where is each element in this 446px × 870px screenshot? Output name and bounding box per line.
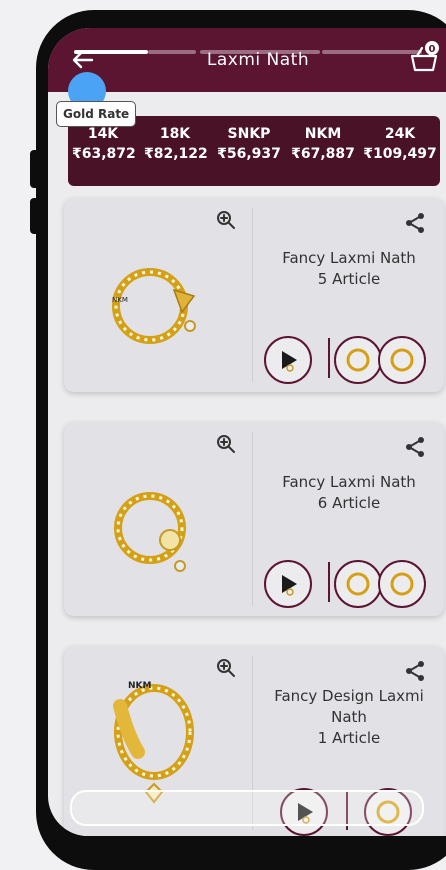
- zoom-in-icon[interactable]: [216, 658, 236, 678]
- ring-thumbnail-icon: [390, 348, 414, 372]
- video-button[interactable]: [264, 560, 312, 608]
- thumbnail-button[interactable]: [378, 560, 426, 608]
- rate-value: ₹56,937: [217, 146, 281, 162]
- thumbnail-button[interactable]: [334, 336, 382, 384]
- thumbnail-button[interactable]: [378, 336, 426, 384]
- image-mark: NKM: [112, 296, 128, 304]
- product-name: Fancy Design Laxmi Nath 1 Article: [264, 686, 434, 749]
- ring-thumbnail-icon: [390, 572, 414, 596]
- rate-name: 14K: [87, 126, 119, 142]
- product-name: Fancy Laxmi Nath 6 Article: [264, 472, 434, 514]
- rate-24k: 24K ₹109,497: [362, 126, 438, 162]
- zoom-in-icon[interactable]: [216, 434, 236, 454]
- gold-rate-label[interactable]: Gold Rate: [56, 101, 137, 127]
- button-separator: [328, 562, 330, 602]
- button-separator: [328, 338, 330, 378]
- rate-snkp: SNKP ₹56,937: [216, 126, 282, 162]
- card-divider: [252, 208, 253, 382]
- rate-18k: 18K ₹82,122: [144, 126, 208, 162]
- rate-nkm: NKM ₹67,887: [290, 126, 356, 162]
- product-title: Fancy Laxmi Nath: [282, 473, 416, 491]
- nose-ring-image: NKM: [112, 268, 196, 344]
- ring-thumbnail-icon: [346, 348, 370, 372]
- cart-count: 0: [429, 44, 436, 55]
- rate-value: ₹63,872: [72, 146, 136, 162]
- rate-name: SNKP: [227, 126, 271, 142]
- thumbnail-button[interactable]: [334, 560, 382, 608]
- zoom-in-icon[interactable]: [216, 210, 236, 230]
- rate-value: ₹82,122: [144, 146, 208, 162]
- rate-name: 24K: [384, 126, 416, 142]
- app-bar: Laxmi Nath 0: [48, 28, 446, 92]
- image-mark: NKM: [128, 681, 152, 691]
- ring-thumbnail-icon: [346, 572, 370, 596]
- article-count: 5 Article: [317, 270, 381, 288]
- product-card[interactable]: NKM Fancy Laxmi Nath 5 Article: [64, 198, 444, 392]
- app-screen: Laxmi Nath 0 14K ₹63,872 18K ₹82,122 SNK…: [48, 28, 446, 836]
- product-name: Fancy Laxmi Nath 5 Article: [264, 248, 434, 290]
- product-card[interactable]: Fancy Laxmi Nath 6 Article: [64, 422, 444, 616]
- share-icon[interactable]: [404, 660, 426, 682]
- article-count: 1 Article: [317, 729, 381, 747]
- basket-icon[interactable]: 0: [406, 40, 442, 76]
- floating-bottom-bar: [70, 790, 424, 826]
- play-icon: [282, 575, 297, 596]
- card-divider: [252, 432, 253, 606]
- rate-name: NKM: [304, 126, 342, 142]
- product-title: Fancy Laxmi Nath: [282, 249, 416, 267]
- article-count: 6 Article: [317, 494, 381, 512]
- play-icon: [282, 351, 297, 372]
- nose-ring-image: [114, 492, 186, 572]
- arrow-left-icon[interactable]: [70, 48, 96, 72]
- product-title: Fancy Design Laxmi Nath: [274, 687, 424, 726]
- video-button[interactable]: [264, 336, 312, 384]
- rate-value: ₹109,497: [363, 146, 437, 162]
- rate-value: ₹67,887: [291, 146, 355, 162]
- rate-name: 18K: [159, 126, 191, 142]
- rate-14k: 14K ₹63,872: [72, 126, 136, 162]
- share-icon[interactable]: [404, 212, 426, 234]
- share-icon[interactable]: [404, 436, 426, 458]
- page-title: Laxmi Nath: [206, 50, 310, 70]
